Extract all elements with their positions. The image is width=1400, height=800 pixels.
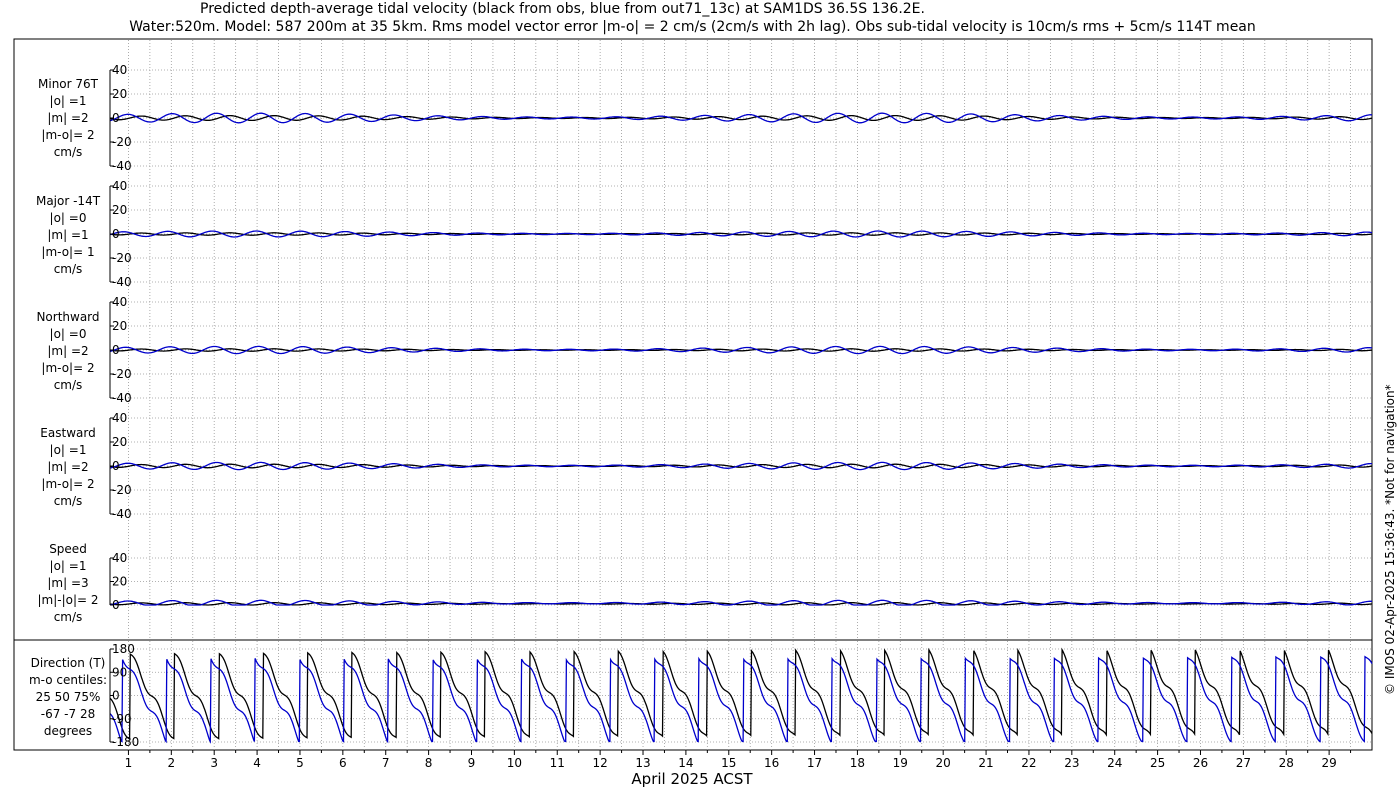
panel-label: m-o centiles:: [29, 673, 107, 687]
panel-label: |m|-|o|= 2: [37, 593, 98, 607]
x-tick-label: 6: [339, 756, 347, 770]
y-tick-label: -40: [112, 391, 132, 405]
y-tick-label: 40: [112, 63, 127, 77]
panel-label: -67 -7 28: [41, 707, 95, 721]
tidal-velocity-chart: 40200-20-40Minor 76T|o| =1|m| =2|m-o|= 2…: [13, 38, 1373, 788]
y-tick-label: 90: [112, 665, 127, 679]
lower-frame: [13, 639, 1373, 751]
y-tick-label: 20: [112, 575, 127, 589]
panel-label: |m-o|= 1: [41, 245, 94, 259]
x-tick-label: 28: [1279, 756, 1294, 770]
panel-label: cm/s: [54, 262, 83, 276]
x-tick-label: 17: [807, 756, 822, 770]
x-tick-label: 9: [468, 756, 476, 770]
y-tick-label: 0: [112, 598, 120, 612]
panel-label: cm/s: [54, 494, 83, 508]
panel-label: |m| =1: [47, 228, 88, 242]
panel-label: |m| =3: [47, 576, 88, 590]
panel-label: |o| =0: [50, 327, 87, 341]
y-tick-label: 20: [112, 87, 127, 101]
y-tick-label: -20: [112, 367, 132, 381]
x-tick-label: 7: [382, 756, 390, 770]
panel-label: |o| =0: [50, 211, 87, 225]
x-tick-label: 24: [1107, 756, 1122, 770]
x-tick-label: 13: [635, 756, 650, 770]
copyright-text: © IMOS 02-Apr-2025 15:36:43. *Not for na…: [1383, 384, 1397, 695]
panel-label: |o| =1: [50, 559, 87, 573]
y-tick-label: 0: [112, 689, 120, 703]
y-tick-label: -20: [112, 251, 132, 265]
y-tick-label: 180: [112, 642, 135, 656]
x-tick-label: 15: [721, 756, 736, 770]
y-tick-label: 40: [112, 411, 127, 425]
panel-label: Minor 76T: [38, 77, 99, 91]
panel-label: |m-o|= 2: [41, 477, 94, 491]
x-tick-label: 21: [978, 756, 993, 770]
x-tick-label: 16: [764, 756, 779, 770]
y-tick-label: 0: [112, 459, 120, 473]
copyright-notice: © IMOS 02-Apr-2025 15:36:43. *Not for na…: [1383, 384, 1397, 695]
panel-label: degrees: [44, 724, 92, 738]
y-tick-label: 0: [112, 227, 120, 241]
y-tick-label: -20: [112, 135, 132, 149]
x-tick-label: 12: [592, 756, 607, 770]
x-tick-label: 8: [425, 756, 433, 770]
panel-label: Northward: [36, 310, 99, 324]
panel-label: |m| =2: [47, 111, 88, 125]
x-tick-label: 4: [253, 756, 261, 770]
panel-label: Major -14T: [36, 194, 101, 208]
x-tick-label: 22: [1021, 756, 1036, 770]
y-tick-label: 0: [112, 111, 120, 125]
y-tick-label: -40: [112, 275, 132, 289]
upper-frame: [13, 38, 1373, 641]
panel-label: |m| =2: [47, 460, 88, 474]
y-tick-label: 40: [112, 551, 127, 565]
panel-label: Eastward: [40, 426, 95, 440]
panel-label: |m-o|= 2: [41, 128, 94, 142]
x-axis-label: April 2025 ACST: [631, 770, 753, 788]
y-tick-label: -40: [112, 159, 132, 173]
y-tick-label: -180: [112, 735, 139, 749]
x-tick-label: 3: [210, 756, 218, 770]
x-tick-label: 20: [936, 756, 951, 770]
x-tick-label: 29: [1321, 756, 1336, 770]
x-tick-label: 25: [1150, 756, 1165, 770]
y-tick-label: 0: [112, 343, 120, 357]
y-tick-label: -90: [112, 712, 132, 726]
y-tick-label: 20: [112, 319, 127, 333]
panel-label: 25 50 75%: [36, 690, 101, 704]
x-tick-label: 2: [168, 756, 176, 770]
y-tick-label: -40: [112, 507, 132, 521]
y-tick-label: 40: [112, 179, 127, 193]
y-tick-label: 20: [112, 435, 127, 449]
x-tick-label: 11: [550, 756, 565, 770]
x-tick-label: 5: [296, 756, 304, 770]
panel-label: Speed: [49, 542, 87, 556]
panel-label: |m-o|= 2: [41, 361, 94, 375]
panel-label: cm/s: [54, 610, 83, 624]
panel-label: Direction (T): [31, 656, 106, 670]
x-tick-label: 26: [1193, 756, 1208, 770]
x-tick-label: 10: [507, 756, 522, 770]
panel-label: |o| =1: [50, 443, 87, 457]
panel-label: |m| =2: [47, 344, 88, 358]
x-tick-label: 27: [1236, 756, 1251, 770]
x-tick-label: 1: [125, 756, 133, 770]
y-tick-label: 40: [112, 295, 127, 309]
y-tick-label: 20: [112, 203, 127, 217]
x-tick-label: 14: [678, 756, 693, 770]
panel-label: cm/s: [54, 378, 83, 392]
model-series-line: [109, 655, 1373, 744]
x-tick-label: 18: [850, 756, 865, 770]
panel-label: cm/s: [54, 145, 83, 159]
x-tick-label: 19: [893, 756, 908, 770]
y-tick-label: -20: [112, 483, 132, 497]
x-tick-label: 23: [1064, 756, 1079, 770]
panel-label: |o| =1: [50, 94, 87, 108]
